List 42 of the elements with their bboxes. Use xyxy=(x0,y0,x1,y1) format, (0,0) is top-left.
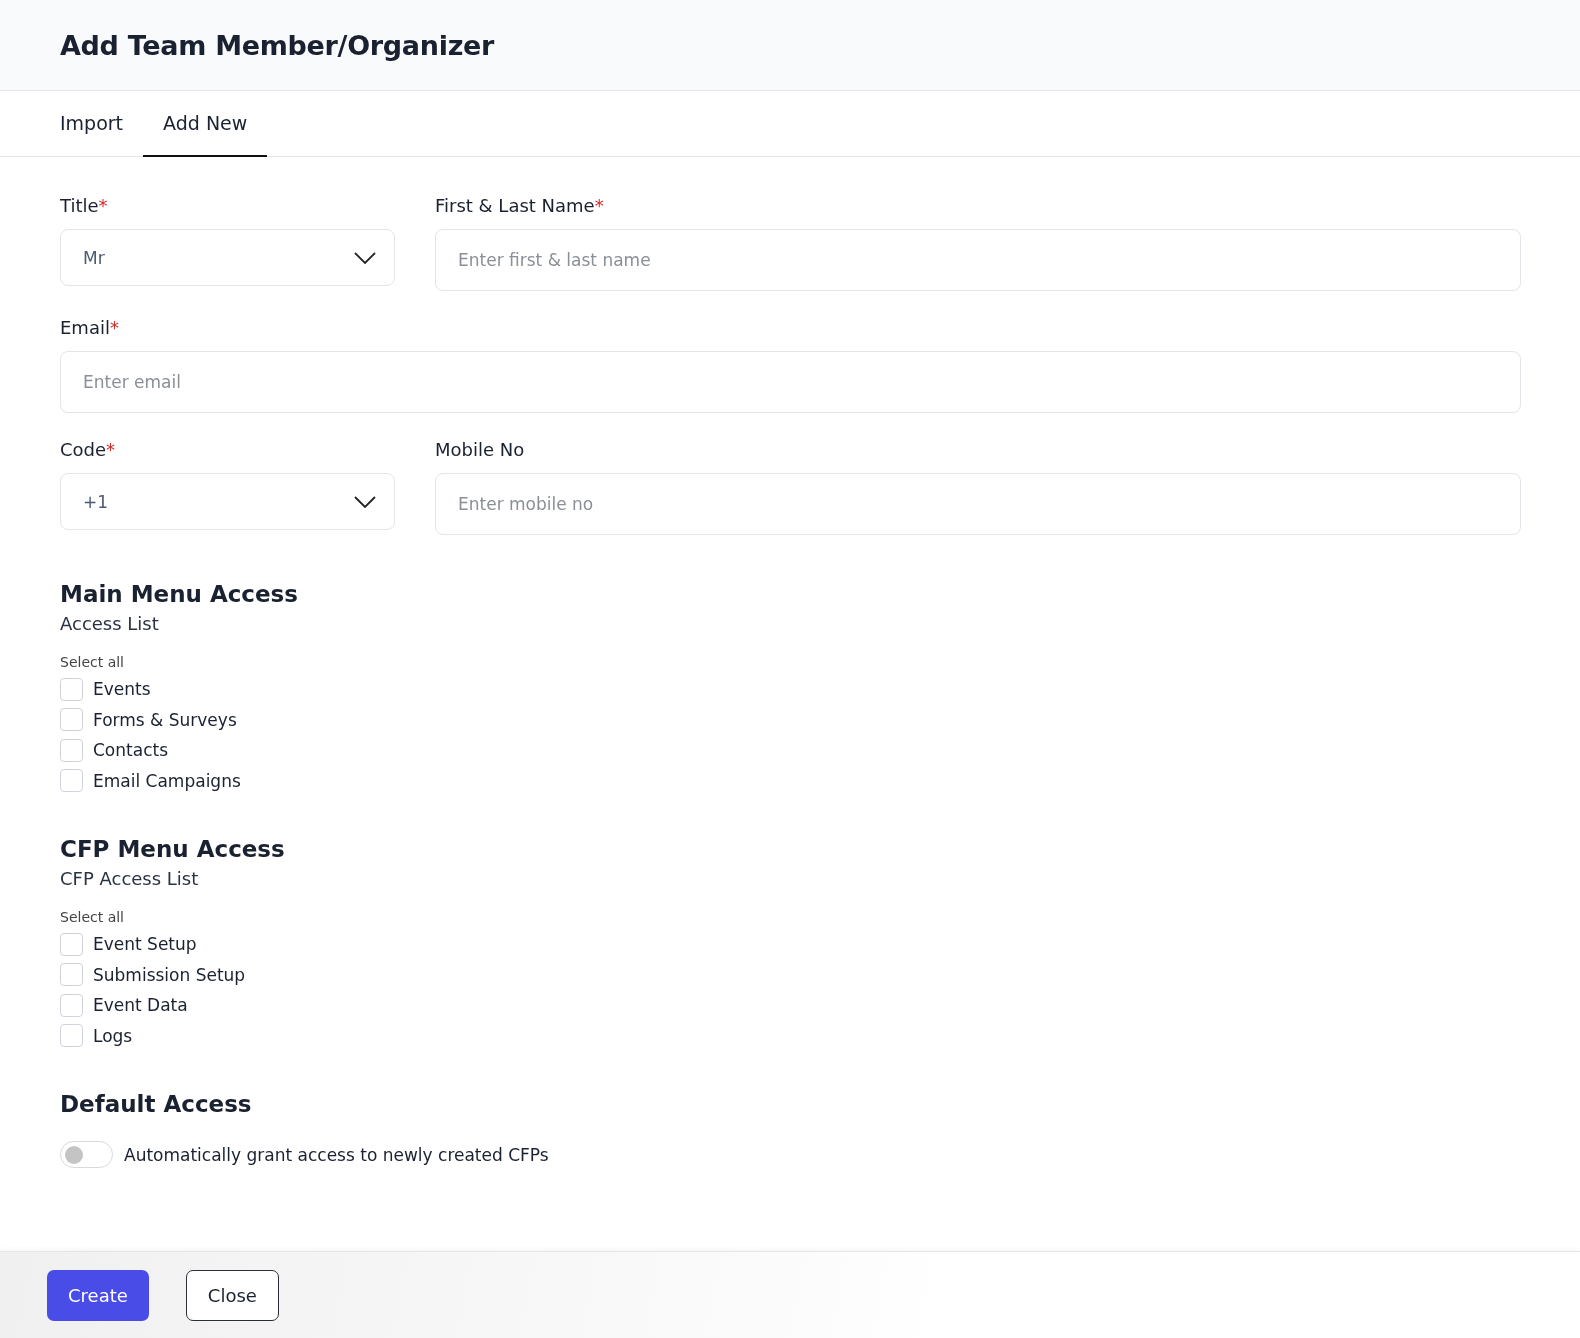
checkbox[interactable] xyxy=(60,963,83,987)
select-all-link[interactable]: Select all xyxy=(60,909,1521,925)
section-heading: Main Menu Access xyxy=(60,581,299,607)
checkbox[interactable] xyxy=(60,769,83,793)
tab[interactable]: Import xyxy=(40,91,144,157)
select-all-link[interactable]: Select all xyxy=(60,654,1521,670)
checkbox[interactable] xyxy=(60,738,83,762)
create-button[interactable]: Create xyxy=(47,1269,149,1321)
checkbox-label: Logs xyxy=(93,1025,133,1046)
tab[interactable]: Add New xyxy=(143,91,268,157)
field-label: Code* xyxy=(60,439,117,460)
field-label: Email* xyxy=(60,317,120,338)
toggle-switch[interactable] xyxy=(60,1141,113,1168)
toggle-label: Automatically grant access to newly created CFPs xyxy=(124,1144,549,1165)
checkbox[interactable] xyxy=(60,1024,83,1048)
input-field[interactable]: Enter email xyxy=(60,351,1521,413)
checkbox-label: Contacts xyxy=(93,740,168,761)
checkbox[interactable] xyxy=(60,993,83,1017)
checkbox[interactable] xyxy=(60,708,83,732)
input-field[interactable]: Enter mobile no xyxy=(435,473,1521,535)
checkbox-label: Event Data xyxy=(93,995,188,1016)
section-subheading: Access List xyxy=(60,613,160,634)
checkbox-label: Email Campaigns xyxy=(93,770,241,791)
section-subheading: CFP Access List xyxy=(60,868,200,889)
checkbox-label: Event Setup xyxy=(93,934,197,955)
checkbox[interactable] xyxy=(60,932,83,956)
checkbox-label: Forms & Surveys xyxy=(93,709,237,730)
input-field[interactable]: Enter first & last name xyxy=(435,229,1521,291)
checkbox-label: Events xyxy=(93,679,151,700)
field-label: First & Last Name* xyxy=(435,195,605,216)
dialog-title: Add Team Member/Organizer xyxy=(60,29,495,61)
checkbox-label: Submission Setup xyxy=(93,964,246,985)
chevron-down-icon xyxy=(354,495,376,508)
checkbox[interactable] xyxy=(60,677,83,701)
section-heading: CFP Menu Access xyxy=(60,836,286,862)
select-field[interactable]: Mr xyxy=(60,229,395,286)
select-field[interactable]: +1 xyxy=(60,473,395,530)
field-label: Mobile No xyxy=(435,439,526,460)
field-label: Title* xyxy=(60,195,109,216)
close-button[interactable]: Close xyxy=(185,1269,279,1321)
section-heading: Default Access xyxy=(60,1091,253,1117)
chevron-down-icon xyxy=(354,251,376,264)
